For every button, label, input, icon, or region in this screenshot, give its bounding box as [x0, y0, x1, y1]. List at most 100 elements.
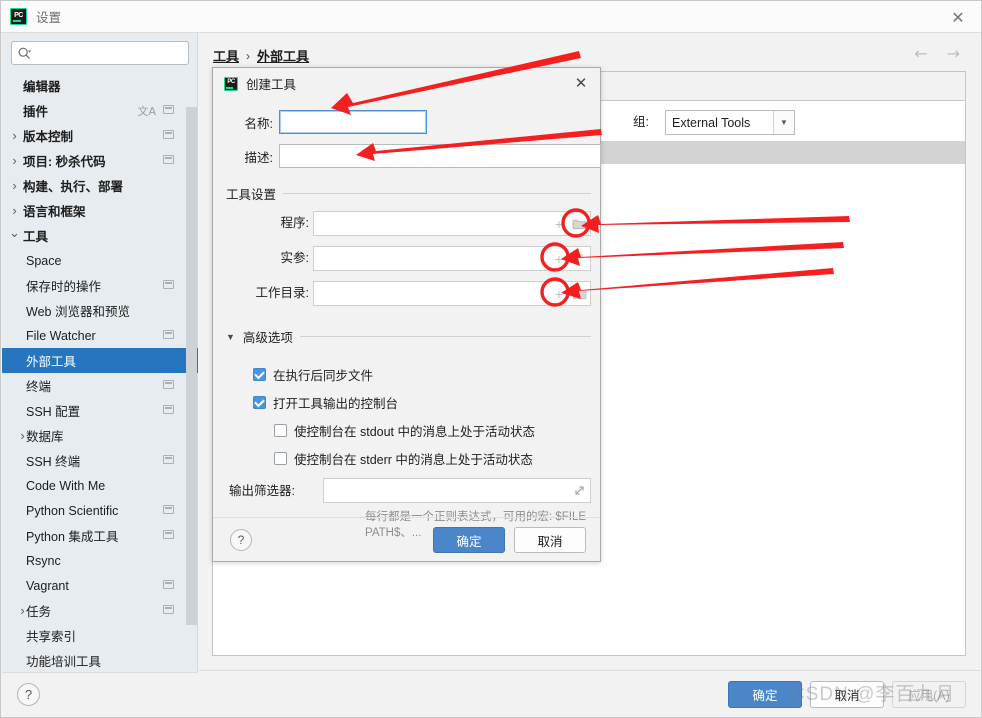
checkbox-box[interactable]: [274, 424, 287, 437]
sidebar-scrollbar[interactable]: [186, 107, 197, 625]
workdir-row: 工作目录:: [235, 282, 309, 301]
chevron-right-icon[interactable]: ›: [8, 153, 21, 168]
checkbox-box[interactable]: [253, 396, 266, 409]
sidebar-item-23[interactable]: 功能培训工具: [2, 648, 198, 672]
sidebar-item-0[interactable]: 编辑器: [2, 73, 198, 98]
breadcrumb: 工具 › 外部工具: [213, 46, 309, 65]
checkbox-sync-after-execution[interactable]: 在执行后同步文件: [253, 365, 373, 384]
sidebar-item-label: 项目: 秒杀代码: [23, 155, 106, 169]
checkbox-activate-on-stdout[interactable]: 使控制台在 stdout 中的消息上处于活动状态: [274, 421, 535, 440]
args-field[interactable]: +: [313, 246, 591, 271]
sidebar-item-20[interactable]: Vagrant: [2, 573, 198, 598]
sidebar-item-label: 编辑器: [23, 80, 61, 94]
sidebar-item-3[interactable]: › 项目: 秒杀代码: [2, 148, 198, 173]
sidebar-item-1[interactable]: 插件 文A: [2, 98, 198, 123]
chevron-down-icon[interactable]: ▼: [773, 111, 794, 134]
sidebar-item-5[interactable]: › 语言和框架: [2, 198, 198, 223]
arrow-left-icon[interactable]: ←: [914, 44, 927, 63]
sidebar-item-18[interactable]: Python 集成工具: [2, 523, 198, 548]
settings-sync-icon: [163, 530, 174, 539]
expand-icon[interactable]: [568, 252, 590, 265]
chevron-right-icon[interactable]: ›: [16, 428, 29, 443]
sidebar-item-14[interactable]: › 数据库: [2, 423, 198, 448]
breadcrumb-item-external-tools[interactable]: 外部工具: [257, 46, 309, 65]
checkbox-box[interactable]: [253, 368, 266, 381]
folder-icon[interactable]: [568, 287, 590, 300]
sidebar-item-19[interactable]: Rsync: [2, 548, 198, 573]
checkbox-open-console[interactable]: 打开工具输出的控制台: [253, 393, 398, 412]
checkbox-activate-on-stderr[interactable]: 使控制台在 stderr 中的消息上处于活动状态: [274, 449, 533, 468]
args-row: 实参:: [235, 247, 309, 266]
sidebar-item-17[interactable]: Python Scientific: [2, 498, 198, 523]
sidebar-item-13[interactable]: SSH 配置: [2, 398, 198, 423]
settings-window: PC 设置 ✕ 编辑器 插件 文A › 版本控制 › 项目: 秒杀代码 › 构建、执行、部署 › 语…: [0, 0, 982, 718]
chevron-down-icon[interactable]: ⌄: [8, 225, 21, 241]
settings-sync-icon: [163, 405, 174, 414]
expand-diagonal-icon[interactable]: [568, 484, 590, 497]
pycharm-logo-icon: PC: [10, 8, 27, 25]
dialog-footer: ? 确定 取消: [213, 517, 600, 561]
sidebar-item-label: Web 浏览器和预览: [26, 305, 130, 319]
create-tool-dialog: PC 创建工具 ✕ 名称: 组: External Tools ▼ 描述: 工具…: [212, 67, 795, 562]
breadcrumb-item-tools[interactable]: 工具: [213, 46, 239, 65]
sidebar-item-label: Python Scientific: [26, 503, 119, 518]
arrow-right-icon[interactable]: →: [947, 44, 960, 63]
advanced-options-title: 高级选项: [242, 331, 293, 345]
sidebar-item-12[interactable]: 终端: [2, 373, 198, 398]
workdir-label: 工作目录:: [255, 286, 309, 300]
sidebar-item-11[interactable]: 外部工具: [2, 348, 198, 373]
name-input[interactable]: [279, 110, 427, 134]
plus-icon[interactable]: +: [550, 217, 568, 231]
sidebar-item-22[interactable]: 共享索引: [2, 623, 198, 648]
chevron-right-icon[interactable]: ›: [8, 128, 21, 143]
chevron-right-icon[interactable]: ›: [16, 603, 29, 618]
sidebar-item-label: 功能培训工具: [26, 655, 102, 669]
apply-button[interactable]: 应用(A): [892, 681, 966, 708]
checkbox-box[interactable]: [274, 452, 287, 465]
ok-button[interactable]: 确定: [728, 681, 802, 708]
chevron-right-icon[interactable]: ›: [8, 178, 21, 193]
dialog-title: 创建工具: [246, 78, 297, 92]
close-icon[interactable]: ✕: [949, 8, 967, 27]
help-button[interactable]: ?: [230, 529, 252, 551]
sidebar-item-label: 工具: [23, 230, 49, 244]
pycharm-logo-icon: PC: [224, 76, 238, 91]
sidebar-item-10[interactable]: File Watcher: [2, 323, 198, 348]
sidebar-item-16[interactable]: Code With Me: [2, 473, 198, 498]
program-field[interactable]: +: [313, 211, 591, 236]
sidebar-item-8[interactable]: 保存时的操作: [2, 273, 198, 298]
triangle-down-icon[interactable]: ▼: [226, 332, 235, 342]
sidebar-item-label: 语言和框架: [23, 205, 86, 219]
search-input[interactable]: [31, 43, 194, 63]
output-filter-field[interactable]: [323, 478, 591, 503]
close-icon[interactable]: ✕: [573, 74, 589, 92]
group-combobox[interactable]: External Tools ▼: [665, 110, 795, 135]
help-button[interactable]: ?: [17, 683, 40, 706]
folder-icon[interactable]: [568, 217, 590, 230]
translation-icon: 文A: [137, 105, 156, 118]
sidebar-item-7[interactable]: Space: [2, 248, 198, 273]
ok-button[interactable]: 确定: [433, 527, 505, 553]
sidebar-item-2[interactable]: › 版本控制: [2, 123, 198, 148]
plus-icon[interactable]: +: [550, 287, 568, 301]
checkbox-label: 打开工具输出的控制台: [273, 397, 399, 411]
sidebar-item-6[interactable]: ⌄ 工具: [2, 223, 198, 248]
advanced-options-section-header[interactable]: ▼ 高级选项: [226, 327, 591, 346]
sidebar-item-label: Code With Me: [26, 478, 106, 493]
search-box[interactable]: [11, 41, 194, 65]
sidebar-item-21[interactable]: › 任务: [2, 598, 198, 623]
chevron-right-icon[interactable]: ›: [8, 203, 21, 218]
plus-icon[interactable]: +: [550, 252, 568, 266]
program-row: 程序:: [235, 212, 309, 231]
cancel-button[interactable]: 取消: [514, 527, 586, 553]
sidebar-item-4[interactable]: › 构建、执行、部署: [2, 173, 198, 198]
settings-sync-icon: [163, 505, 174, 514]
cancel-button[interactable]: 取消: [810, 681, 884, 708]
workdir-field[interactable]: +: [313, 281, 591, 306]
settings-sync-icon: [163, 155, 174, 164]
breadcrumb-separator: ›: [246, 48, 251, 63]
sidebar-item-15[interactable]: SSH 终端: [2, 448, 198, 473]
sidebar-item-9[interactable]: Web 浏览器和预览: [2, 298, 198, 323]
description-input[interactable]: [279, 144, 601, 168]
sidebar-item-label: 插件: [23, 105, 49, 119]
